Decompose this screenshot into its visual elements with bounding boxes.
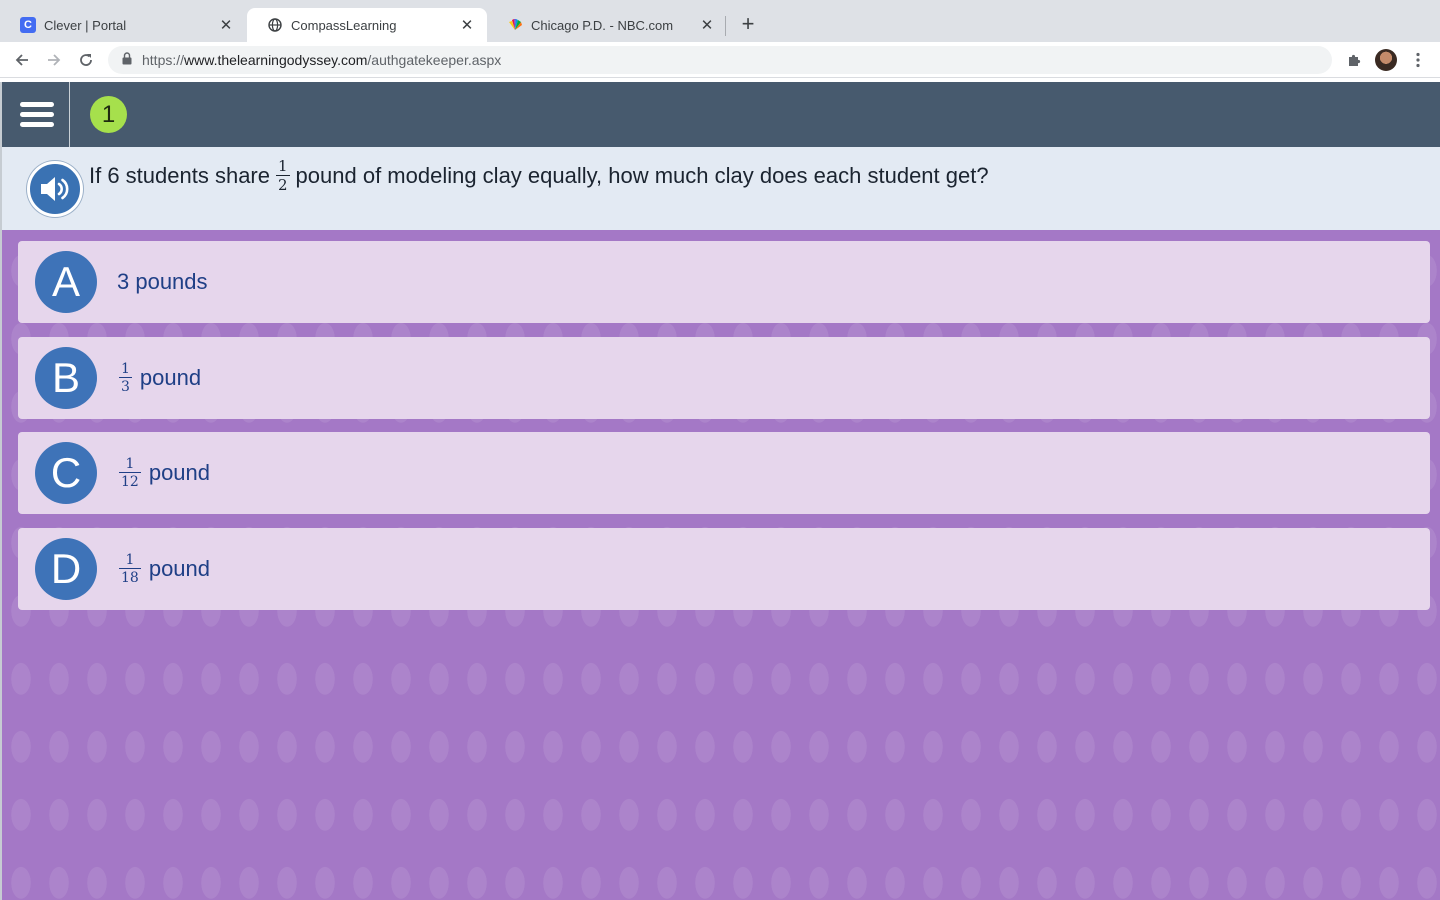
answer-choice-b[interactable]: B 1 3 pound [18, 337, 1430, 419]
forward-button[interactable] [42, 48, 66, 72]
fraction-numerator: 1 [125, 552, 135, 568]
answer-letter: A [35, 251, 97, 313]
reload-icon [80, 54, 92, 66]
forward-arrow-icon [48, 54, 61, 66]
url-scheme: https:// [142, 52, 185, 68]
tab-clever-portal[interactable]: C Clever | Portal ✕ [0, 8, 246, 42]
answer-fraction: 1 18 [119, 553, 141, 585]
tab-chicago-pd-nbc[interactable]: Chicago P.D. - NBC.com ✕ [487, 8, 727, 42]
answers-area: A 3 pounds B 1 3 pound C 1 12 pound D 1 [0, 230, 1440, 900]
app-header: 1 [0, 82, 1440, 147]
answer-label: pound [148, 460, 211, 485]
url-host: www.thelearningodyssey.com [184, 52, 368, 68]
answer-label: pound [139, 365, 202, 390]
fraction-numerator: 1 [278, 157, 288, 175]
tab-title: CompassLearning [291, 17, 397, 33]
tab-title: Chicago P.D. - NBC.com [531, 17, 674, 33]
nbc-peacock-icon [507, 17, 523, 33]
hamburger-icon [19, 102, 54, 127]
browser-toolbar: https://www.thelearningodyssey.com/authg… [0, 42, 1440, 78]
clever-icon: C [20, 17, 36, 33]
browser-menu-button[interactable] [1406, 48, 1430, 72]
fraction-denominator: 3 [119, 377, 132, 395]
answer-letter: B [35, 347, 97, 409]
answer-letter: C [35, 442, 97, 504]
fraction-numerator: 1 [121, 361, 130, 377]
close-tab-icon[interactable]: ✕ [459, 17, 475, 34]
question-number-badge: 1 [90, 96, 127, 133]
fraction-denominator: 2 [276, 175, 290, 194]
close-tab-icon[interactable]: ✕ [218, 17, 234, 34]
read-aloud-button[interactable] [27, 161, 83, 217]
answer-fraction: 1 12 [119, 457, 141, 489]
extensions-button[interactable] [1342, 48, 1366, 72]
fraction-denominator: 12 [119, 472, 141, 490]
hamburger-menu-button[interactable] [4, 82, 70, 147]
answer-choice-a[interactable]: A 3 pounds [18, 241, 1430, 323]
url-path: /authgatekeeper.aspx [367, 52, 502, 68]
question-text-after: pound of modeling clay equally, how much… [295, 163, 989, 188]
answer-text: 3 pounds [117, 269, 208, 295]
question-text-before: If 6 students share [89, 163, 270, 188]
new-tab-button[interactable]: + [736, 11, 760, 36]
answer-letter: D [35, 538, 97, 600]
address-bar[interactable]: https://www.thelearningodyssey.com/authg… [108, 46, 1332, 74]
answer-fraction: 1 3 [119, 362, 132, 394]
globe-icon [267, 17, 283, 33]
back-arrow-icon [15, 54, 28, 66]
tab-title: Clever | Portal [44, 17, 127, 33]
question-text: If 6 students share 1 2 pound of modelin… [89, 159, 989, 193]
tab-separator [725, 16, 726, 36]
kebab-menu-icon [1416, 52, 1420, 68]
fraction-denominator: 18 [119, 568, 141, 586]
question-bar: If 6 students share 1 2 pound of modelin… [0, 147, 1440, 230]
fraction-numerator: 1 [125, 456, 135, 472]
answer-label: 3 pounds [117, 269, 208, 294]
question-fraction: 1 2 [276, 159, 290, 193]
browser-tab-strip: C Clever | Portal ✕ CompassLearning ✕ Ch… [0, 0, 1440, 42]
profile-avatar[interactable] [1375, 49, 1397, 71]
answer-text: 1 12 pound [117, 457, 210, 489]
back-button[interactable] [10, 48, 34, 72]
tab-compasslearning[interactable]: CompassLearning ✕ [247, 8, 487, 42]
answer-text: 1 3 pound [117, 362, 201, 394]
answer-choice-c[interactable]: C 1 12 pound [18, 432, 1430, 514]
speaker-icon [41, 177, 69, 201]
close-tab-icon[interactable]: ✕ [699, 17, 715, 34]
answer-choice-d[interactable]: D 1 18 pound [18, 528, 1430, 610]
lock-icon [122, 52, 132, 68]
puzzle-icon [1349, 54, 1361, 66]
answer-label: pound [148, 556, 211, 581]
reload-button[interactable] [74, 48, 98, 72]
answer-text: 1 18 pound [117, 553, 210, 585]
